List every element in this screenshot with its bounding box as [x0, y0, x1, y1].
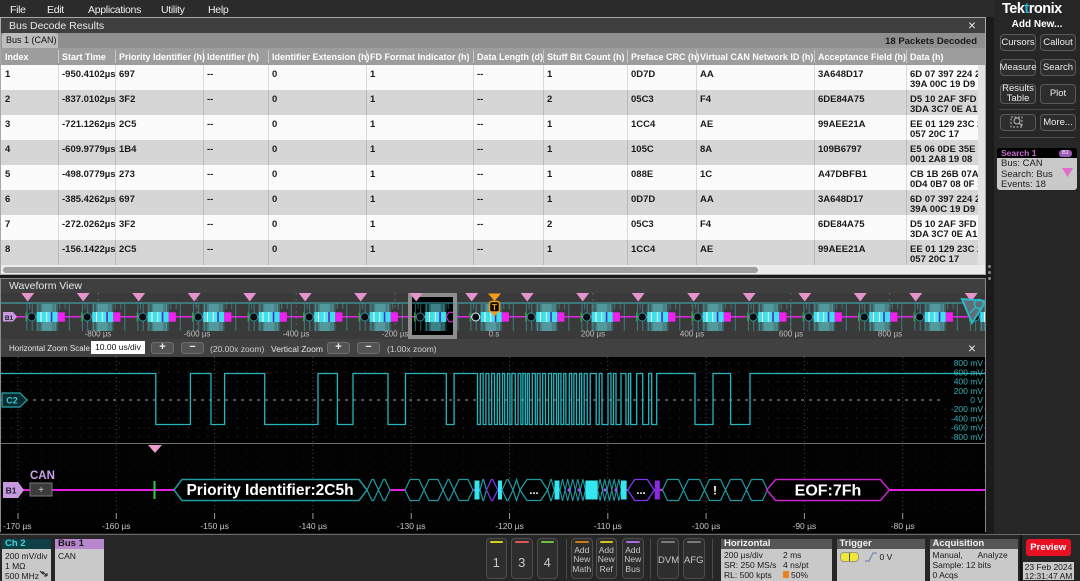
- svg-text:-170 µs: -170 µs: [3, 521, 32, 531]
- svg-text:-110 µs: -110 µs: [594, 521, 622, 531]
- svg-text:-400 µs: -400 µs: [283, 330, 310, 339]
- svg-text:-800 µs: -800 µs: [85, 330, 112, 339]
- svg-text:200 µs: 200 µs: [581, 330, 605, 339]
- svg-text:800 µs: 800 µs: [878, 330, 902, 339]
- svg-text:-120 µs: -120 µs: [495, 521, 524, 531]
- svg-text:600 µs: 600 µs: [779, 330, 803, 339]
- svg-text:-80 µs: -80 µs: [891, 521, 915, 531]
- svg-text:B1: B1: [5, 315, 14, 322]
- svg-text:!: !: [713, 484, 717, 498]
- svg-text:-90 µs: -90 µs: [793, 521, 817, 531]
- svg-text:-150 µs: -150 µs: [200, 521, 229, 531]
- svg-text:-600 µs: -600 µs: [184, 330, 211, 339]
- svg-text:-100 µs: -100 µs: [692, 521, 721, 531]
- svg-text:-800 mV: -800 mV: [951, 432, 983, 442]
- svg-text:-130 µs: -130 µs: [397, 521, 426, 531]
- svg-text:0 s: 0 s: [489, 330, 500, 339]
- svg-text:B1: B1: [6, 486, 17, 496]
- svg-text:Priority Identifier:2C5h: Priority Identifier:2C5h: [186, 482, 353, 499]
- svg-text:...: ...: [636, 485, 645, 497]
- svg-text:C2: C2: [6, 396, 18, 406]
- svg-text:-160 µs: -160 µs: [102, 521, 131, 531]
- svg-text:...: ...: [529, 485, 538, 497]
- svg-text:400 µs: 400 µs: [680, 330, 704, 339]
- svg-text:T: T: [492, 302, 498, 312]
- svg-text:EOF:7Fh: EOF:7Fh: [795, 483, 862, 500]
- svg-text:CAN: CAN: [30, 470, 55, 482]
- svg-text:-140 µs: -140 µs: [299, 521, 328, 531]
- svg-text:-200 µs: -200 µs: [382, 330, 409, 339]
- svg-text:+: +: [38, 485, 44, 496]
